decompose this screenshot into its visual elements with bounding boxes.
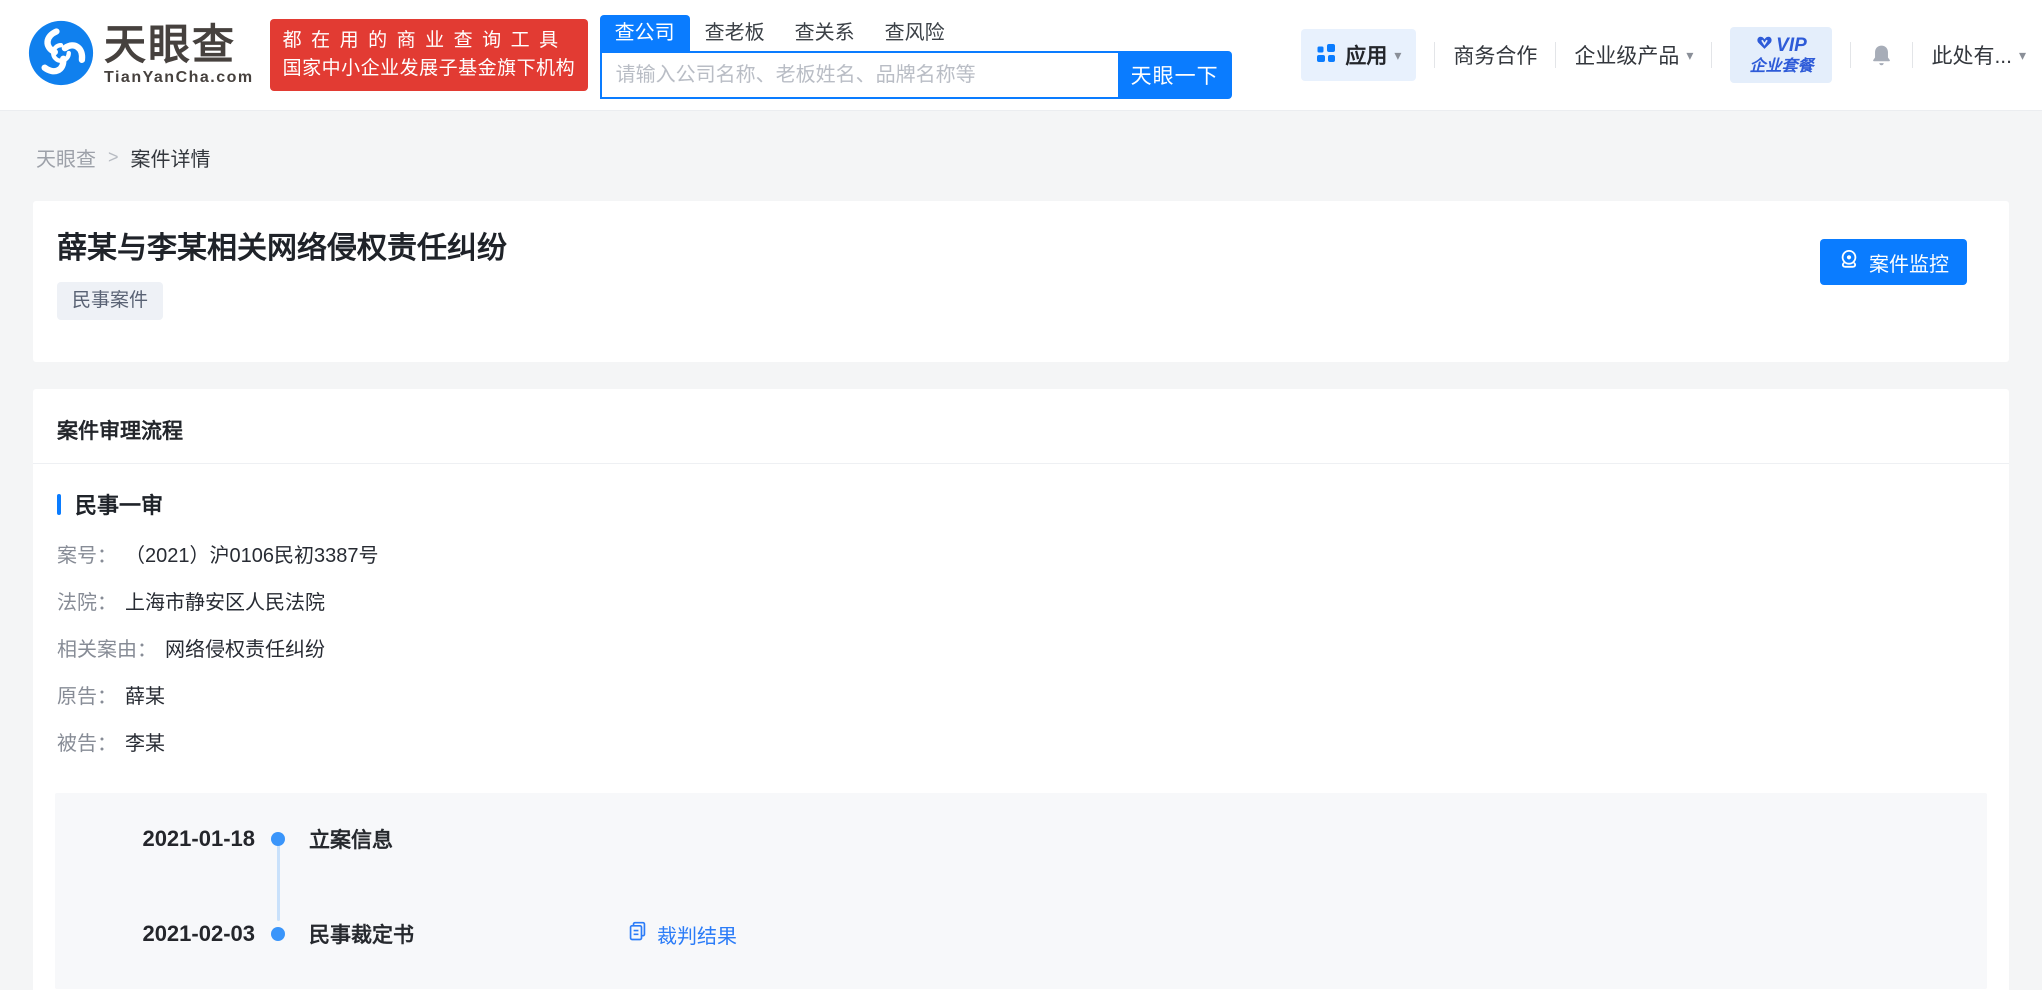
page-title: 薛某与李某相关网络侵权责任纠纷 <box>57 232 507 265</box>
tab-boss[interactable]: 查老板 <box>690 15 780 51</box>
nav-divider <box>1912 42 1914 68</box>
timeline-event-title: 立案信息 <box>309 829 393 852</box>
field-row-court: 法院： 上海市静安区人民法院 <box>57 590 2009 616</box>
field-value: （2021）沪0106民初3387号 <box>125 545 379 567</box>
vip-heart-icon <box>1756 34 1773 57</box>
nav-item-business-cooperation[interactable]: 商务合作 <box>1453 40 1537 70</box>
chevron-down-icon: ▾ <box>2018 47 2026 63</box>
nav-divider <box>1434 42 1436 68</box>
field-value: 李某 <box>125 733 165 755</box>
judgment-result-label: 裁判结果 <box>657 925 737 948</box>
promo-banner: 都在用的商业查询工具 国家中小企业发展子基金旗下机构 <box>269 19 588 91</box>
stage-header: 民事一审 <box>57 488 2009 520</box>
field-row-defendant: 被告： 李某 <box>57 731 2009 757</box>
case-title-card: 薛某与李某相关网络侵权责任纠纷 民事案件 案件监控 <box>33 201 2009 362</box>
timeline-date: 2021-01-18 <box>142 826 255 851</box>
promo-line2: 国家中小企业发展子基金旗下机构 <box>282 58 576 79</box>
tianyancha-logo[interactable]: 天眼查 TianYanCha.com <box>26 18 254 93</box>
field-label: 原告： <box>57 686 117 708</box>
field-value: 上海市静安区人民法院 <box>125 592 325 614</box>
breadcrumb-current: 案件详情 <box>130 149 211 171</box>
tab-risk[interactable]: 查风险 <box>870 15 960 51</box>
monitor-camera-icon <box>1838 248 1860 276</box>
field-row-case-number: 案号： （2021）沪0106民初3387号 <box>57 543 2009 569</box>
case-type-badge: 民事案件 <box>57 282 164 320</box>
case-fields: 案号： （2021）沪0106民初3387号 法院： 上海市静安区人民法院 相关… <box>57 543 2009 757</box>
vip-label: VIP <box>1776 34 1807 56</box>
timeline-dot-icon <box>271 832 285 846</box>
field-label: 案号： <box>57 545 117 567</box>
judgment-result-link[interactable]: 裁判结果 <box>627 920 737 949</box>
section-title: 案件审理流程 <box>33 389 2009 464</box>
tab-relation[interactable]: 查关系 <box>780 15 870 51</box>
timeline: 2021-01-18 立案信息 2021-02-03 民事裁定书 裁判结果 <box>55 793 1987 989</box>
case-monitor-button[interactable]: 案件监控 <box>1820 239 1967 285</box>
logo-swirl-icon <box>26 18 96 93</box>
search-input[interactable] <box>599 51 1118 99</box>
breadcrumb-separator: > <box>108 147 119 167</box>
chevron-down-icon: ▾ <box>1394 47 1402 63</box>
notification-bell-icon[interactable] <box>1869 43 1894 68</box>
nav-divider <box>1711 42 1713 68</box>
timeline-date: 2021-02-03 <box>142 921 255 946</box>
field-value: 网络侵权责任纠纷 <box>165 639 325 661</box>
user-menu-label: 此处有... <box>1931 45 2012 68</box>
field-label: 相关案由： <box>57 639 157 661</box>
vip-package-label: 企业套餐 <box>1749 58 1814 75</box>
breadcrumb-home-link[interactable]: 天眼查 <box>36 143 96 172</box>
field-row-cause: 相关案由： 网络侵权责任纠纷 <box>57 637 2009 663</box>
document-icon <box>627 921 648 948</box>
apps-menu-button[interactable]: 应用 ▾ <box>1301 29 1417 81</box>
vip-package-button[interactable]: VIP 企业套餐 <box>1730 27 1833 83</box>
tab-company[interactable]: 查公司 <box>599 15 690 51</box>
nav-item-enterprise-products[interactable]: 企业级产品 ▾ <box>1574 40 1693 70</box>
apps-menu-label: 应用 <box>1345 45 1388 68</box>
timeline-item-filing: 2021-01-18 立案信息 <box>55 824 1987 854</box>
chevron-down-icon: ▾ <box>1686 47 1694 63</box>
user-menu[interactable]: 此处有... ▾ <box>1931 40 2026 70</box>
search-tabs: 查公司 查老板 查关系 查风险 <box>599 11 1232 51</box>
search-area: 查公司 查老板 查关系 查风险 天眼一下 <box>599 11 1232 99</box>
apps-grid-icon <box>1316 43 1336 68</box>
top-bar: 天眼查 TianYanCha.com 都在用的商业查询工具 国家中小企业发展子基… <box>0 0 2042 111</box>
field-label: 被告： <box>57 733 117 755</box>
field-value: 薛某 <box>125 686 165 708</box>
field-label: 法院： <box>57 592 117 614</box>
timeline-item-ruling: 2021-02-03 民事裁定书 裁判结果 <box>55 919 1987 949</box>
stage-title: 民事一审 <box>75 493 164 518</box>
case-monitor-label: 案件监控 <box>1869 253 1949 276</box>
logo-domain-text: TianYanCha.com <box>104 69 254 86</box>
stage-accent-bar <box>57 493 61 515</box>
logo-brand-text: 天眼查 <box>104 21 237 68</box>
search-button[interactable]: 天眼一下 <box>1117 51 1232 99</box>
field-row-plaintiff: 原告： 薛某 <box>57 684 2009 710</box>
page-content: 薛某与李某相关网络侵权责任纠纷 民事案件 案件监控 案件审理流程 民事一审 案号… <box>0 201 2042 990</box>
nav-divider <box>1555 42 1557 68</box>
nav-divider <box>1850 42 1852 68</box>
timeline-dot-icon <box>271 927 285 941</box>
timeline-event-title: 民事裁定书 <box>309 924 414 947</box>
timeline-connector-line <box>276 845 280 921</box>
header-nav: 应用 ▾ 商务合作 企业级产品 ▾ VIP 企业套餐 此处有... ▾ <box>1301 27 2026 83</box>
breadcrumb: 天眼查 > 案件详情 <box>36 143 2042 172</box>
enterprise-products-label: 企业级产品 <box>1574 45 1680 68</box>
case-process-card: 案件审理流程 民事一审 案号： （2021）沪0106民初3387号 法院： 上… <box>33 389 2009 990</box>
promo-line1: 都在用的商业查询工具 <box>282 30 568 51</box>
